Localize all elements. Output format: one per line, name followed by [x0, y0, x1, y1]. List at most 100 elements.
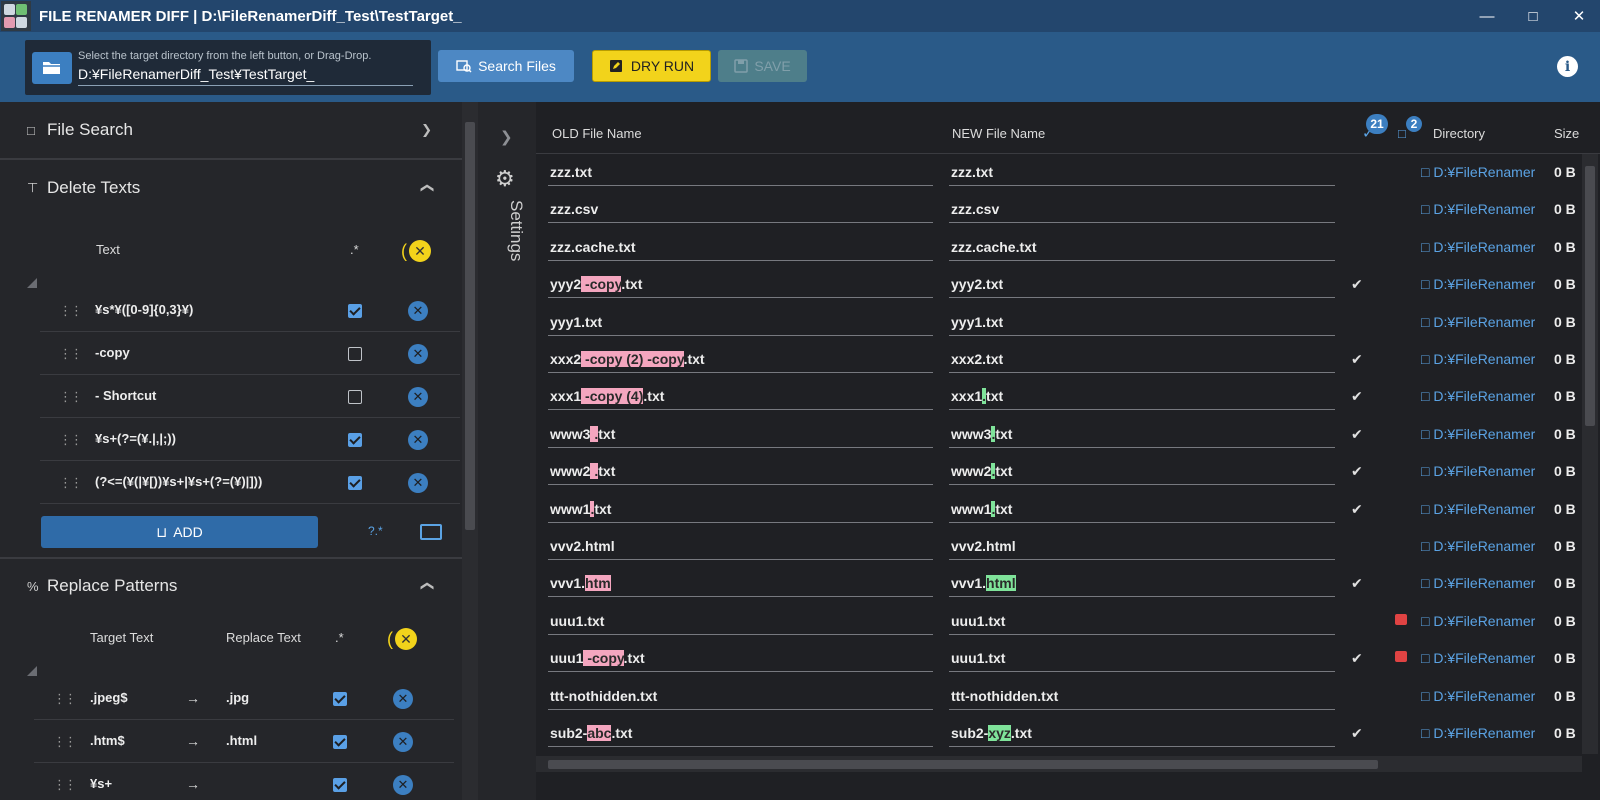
- replace-text-value[interactable]: .html: [226, 733, 257, 748]
- directory-link[interactable]: □ D:¥FileRenamerDiff_Test¥TestTarget_: [1421, 688, 1535, 704]
- old-file-name-cell[interactable]: yyy1.txt: [548, 310, 933, 336]
- directory-link[interactable]: □ D:¥FileRenamerDiff_Test¥TestTarget_: [1421, 164, 1535, 180]
- new-file-name-cell[interactable]: zzz.txt: [949, 160, 1335, 186]
- drag-handle-icon[interactable]: ⋮⋮: [53, 734, 77, 750]
- file-row[interactable]: www2 .txt www2.txt ✔ □ D:¥FileRenamerDiff_T…: [536, 453, 1600, 490]
- regex-checkbox[interactable]: [348, 476, 362, 490]
- add-delete-text-button[interactable]: ⊔ ADD: [41, 516, 318, 548]
- remove-row-icon[interactable]: ✕: [408, 473, 428, 493]
- new-file-name-cell[interactable]: zzz.cache.txt: [949, 235, 1335, 261]
- horizontal-scrollbar[interactable]: [536, 756, 1582, 772]
- new-file-name-cell[interactable]: zzz.csv: [949, 197, 1335, 224]
- file-row[interactable]: yyy2 -copy.txtyyy2.txt✔□ D:¥FileRenamerD…: [536, 266, 1600, 303]
- folder-warning-icon[interactable]: □: [1398, 126, 1406, 141]
- file-row[interactable]: ttt-nothidden.txt ttt-nothidden.txt □ D:¥F…: [536, 678, 1600, 715]
- target-text-value[interactable]: .jpeg$: [90, 690, 128, 705]
- directory-link[interactable]: □ D:¥FileRenamerDiff_Test¥TestTarget_: [1421, 575, 1535, 591]
- open-folder-button[interactable]: [32, 52, 72, 84]
- drag-handle-icon[interactable]: ⋮⋮: [59, 346, 83, 362]
- directory-link[interactable]: □ D:¥FileRenamerDiff_Test¥TestTarget_: [1421, 650, 1535, 666]
- replace-patterns-header[interactable]: % Replace Patterns ❯: [0, 558, 462, 614]
- remove-row-icon[interactable]: ✕: [393, 775, 413, 795]
- directory-link[interactable]: □ D:¥FileRenamerDiff_Test¥TestTarget_: [1421, 388, 1535, 404]
- old-file-name-cell[interactable]: zzz.txt: [548, 160, 933, 186]
- directory-link[interactable]: □ D:¥FileRenamerDiff_Test¥TestTarget_: [1421, 613, 1535, 629]
- target-text-value[interactable]: ¥s+: [90, 776, 112, 791]
- regex-checkbox[interactable]: [348, 347, 362, 361]
- file-row[interactable]: sub2-abc.txt sub2-xyz.txt ✔ □ D:¥FileRename…: [536, 715, 1600, 752]
- directory-link[interactable]: □ D:¥FileRenamerDiff_Test¥TestTarget_: [1421, 538, 1535, 554]
- delete-text-value[interactable]: -copy: [95, 345, 130, 360]
- old-file-name-cell[interactable]: zzz.cache.txt: [548, 235, 933, 261]
- save-button[interactable]: SAVE: [718, 50, 807, 82]
- directory-link[interactable]: □ D:¥FileRenamerDiff_Test¥TestTarget_: [1421, 201, 1535, 217]
- maximize-button[interactable]: □: [1510, 0, 1556, 32]
- regex-checkbox[interactable]: [348, 390, 362, 404]
- old-file-name-cell[interactable]: zzz.csv: [548, 197, 933, 224]
- delete-text-value[interactable]: ¥s*¥([0-9]{0,3}¥): [95, 302, 193, 317]
- scrollbar-thumb[interactable]: [1585, 166, 1595, 426]
- delete-text-value[interactable]: - Shortcut: [95, 388, 156, 403]
- file-search-header[interactable]: □ File Search ❯: [0, 102, 462, 158]
- scrollbar-thumb[interactable]: [465, 122, 475, 530]
- new-file-name-cell[interactable]: uuu1.txt: [949, 609, 1335, 635]
- file-row[interactable]: yyy1.txt yyy1.txt □ D:¥FileRenamerDiff_Tes…: [536, 304, 1600, 341]
- old-file-name-cell[interactable]: ttt-nothidden.txt: [548, 684, 933, 710]
- directory-link[interactable]: □ D:¥FileRenamerDiff_Test¥TestTarget_: [1421, 314, 1535, 330]
- replace-text-value[interactable]: .jpg: [226, 690, 249, 705]
- settings-strip[interactable]: ❯ ⚙ Settings: [478, 102, 536, 800]
- directory-link[interactable]: □ D:¥FileRenamerDiff_Test¥TestTarget_: [1421, 276, 1535, 292]
- regex-checkbox[interactable]: [333, 692, 347, 706]
- remove-row-icon[interactable]: ✕: [408, 430, 428, 450]
- delete-text-value[interactable]: ¥s+(?=(¥.|,|;)): [95, 431, 176, 446]
- chevron-right-icon[interactable]: ❯: [500, 128, 513, 146]
- info-icon[interactable]: i: [1557, 56, 1578, 77]
- remove-row-icon[interactable]: ✕: [408, 344, 428, 364]
- panel-toggle-icon[interactable]: [420, 524, 442, 540]
- new-file-name-cell[interactable]: uuu1.txt: [949, 646, 1335, 673]
- new-file-name-cell[interactable]: www2.txt: [949, 459, 1335, 486]
- old-file-name-cell[interactable]: yyy2 -copy.txt: [548, 272, 933, 299]
- new-file-name-cell[interactable]: yyy2.txt: [949, 272, 1335, 299]
- old-file-name-cell[interactable]: xxx1 -copy (4).txt: [548, 384, 933, 411]
- new-file-name-cell[interactable]: www3.txt: [949, 422, 1335, 448]
- new-file-name-cell[interactable]: www1.txt: [949, 497, 1335, 523]
- directory-link[interactable]: □ D:¥FileRenamerDiff_Test¥TestTarget_: [1421, 501, 1535, 517]
- directory-link[interactable]: □ D:¥FileRenamerDiff_Test¥TestTarget_: [1421, 426, 1535, 442]
- scrollbar-thumb[interactable]: [548, 760, 1378, 769]
- clear-all-replace-icon[interactable]: ✕: [387, 628, 417, 650]
- drag-handle-icon[interactable]: ⋮⋮: [59, 389, 83, 405]
- new-file-name-cell[interactable]: sub2-xyz.txt: [949, 721, 1335, 747]
- old-file-name-cell[interactable]: xxx2 -copy (2) -copy.txt: [548, 347, 933, 373]
- remove-row-icon[interactable]: ✕: [408, 301, 428, 321]
- file-row[interactable]: zzz.cache.txt zzz.cache.txt □ D:¥FileRenam…: [536, 229, 1600, 266]
- new-file-name-cell[interactable]: ttt-nothidden.txt: [949, 684, 1335, 710]
- remove-row-icon[interactable]: ✕: [393, 732, 413, 752]
- drag-handle-icon[interactable]: ⋮⋮: [59, 475, 83, 491]
- file-row[interactable]: uuu1.txt uuu1.txt □ D:¥FileRenamerDiff_Tes…: [536, 603, 1600, 640]
- drag-handle-icon[interactable]: ⋮⋮: [53, 691, 77, 707]
- directory-link[interactable]: □ D:¥FileRenamerDiff_Test¥TestTarget_: [1421, 463, 1535, 479]
- delete-text-value[interactable]: (?<=(¥(|¥[))¥s+|¥s+(?=(¥)|])): [95, 474, 262, 489]
- file-row[interactable]: vvv1.htmvvv1.html✔□ D:¥FileRenamerDiff_T…: [536, 565, 1600, 602]
- regex-checkbox[interactable]: [348, 304, 362, 318]
- dry-run-button[interactable]: DRY RUN: [592, 50, 711, 82]
- size-header[interactable]: Size: [1554, 126, 1579, 141]
- old-file-name-cell[interactable]: www1.txt: [548, 497, 933, 523]
- new-file-name-cell[interactable]: xxx2.txt: [949, 347, 1335, 373]
- file-row[interactable]: vvv2.html vvv2.html □ D:¥FileRenamerDiff_T…: [536, 528, 1600, 565]
- file-row[interactable]: zzz.csv zzz.csv □ D:¥FileRenamerDiff_Test¥…: [536, 191, 1600, 228]
- directory-link[interactable]: □ D:¥FileRenamerDiff_Test¥TestTarget_: [1421, 239, 1535, 255]
- old-file-name-cell[interactable]: vvv1.htm: [548, 571, 933, 598]
- old-file-name-cell[interactable]: uuu1.txt: [548, 609, 933, 635]
- search-files-button[interactable]: Search Files: [438, 50, 574, 82]
- drag-handle-icon[interactable]: ⋮⋮: [53, 777, 77, 793]
- directory-link[interactable]: □ D:¥FileRenamerDiff_Test¥TestTarget_: [1421, 351, 1535, 367]
- old-file-name-cell[interactable]: www2 .txt: [548, 459, 933, 486]
- old-file-name-cell[interactable]: www3 .txt: [548, 422, 933, 448]
- old-file-name-header[interactable]: OLD File Name: [552, 126, 642, 141]
- delete-texts-header[interactable]: ⊤ Delete Texts ❯: [0, 160, 462, 216]
- file-row[interactable]: zzz.txt zzz.txt □ D:¥FileRenamerDiff_Test¥…: [536, 154, 1600, 191]
- regex-checkbox[interactable]: [333, 735, 347, 749]
- new-file-name-cell[interactable]: xxx1.txt: [949, 384, 1335, 411]
